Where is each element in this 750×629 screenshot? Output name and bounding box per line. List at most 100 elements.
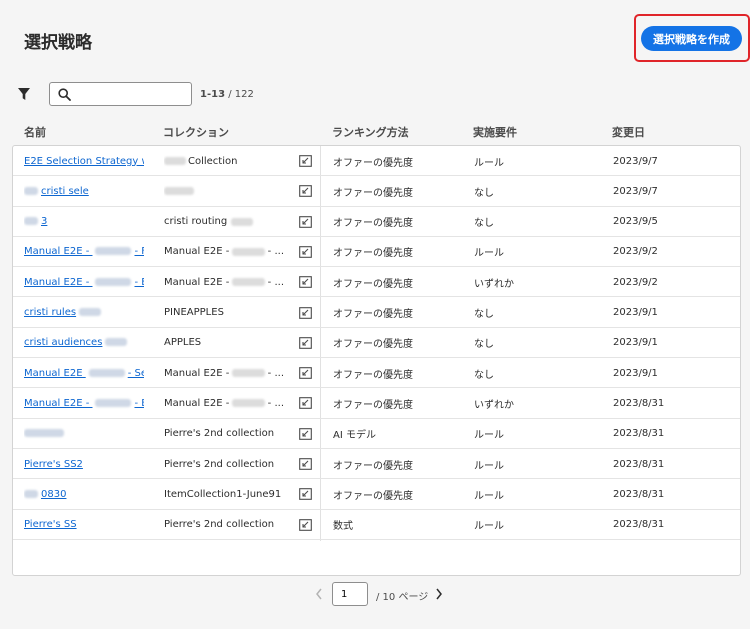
strategy-name-link[interactable]: Pierre's SS — [24, 519, 77, 530]
create-strategy-button[interactable]: 選択戦略を作成 — [641, 26, 742, 51]
table-row[interactable]: 0830 ItemCollection1-June91 オファーの優先度 ルール 202… — [13, 479, 740, 510]
collection-text: APPLES — [164, 337, 202, 349]
strategy-name-link[interactable] — [24, 428, 67, 439]
collection-cell: ItemCollection1-June91 — [164, 479, 284, 509]
column-header-name[interactable]: 名前 — [24, 124, 46, 140]
open-collection-icon[interactable] — [297, 207, 313, 237]
strategy-name-text: Manual E2E - — [24, 246, 93, 258]
strategy-name-link[interactable]: E2E Selection Strategy with l — [24, 156, 144, 167]
redacted-text — [164, 157, 186, 165]
strategy-name-cell: Manual E2E - - Ea — [24, 267, 144, 297]
open-collection-icon[interactable] — [297, 237, 313, 267]
collection-text: Collection — [188, 155, 238, 167]
requirement-cell: なし — [474, 218, 494, 230]
table-row[interactable]: cristi audiences APPLES オファーの優先度 なし 2023/9/1 — [13, 328, 740, 359]
column-header-requirement[interactable]: 実施要件 — [473, 124, 517, 140]
strategy-name-link[interactable]: cristi rules — [24, 307, 102, 318]
modified-date-cell: 2023/8/31 — [613, 397, 665, 409]
page-total: / 10 ページ — [376, 592, 429, 603]
requirement-cell: いずれか — [474, 399, 514, 411]
redacted-text — [232, 369, 265, 378]
requirement-cell: ルール — [474, 248, 504, 260]
table-row[interactable]: Pierre's 2nd collection AI モデル ルール 2023/8/3… — [13, 419, 740, 449]
requirement-cell: なし — [474, 309, 494, 320]
collection-cell: APPLES — [164, 328, 284, 358]
search-box[interactable] — [49, 82, 192, 106]
redacted-text — [95, 398, 132, 407]
strategy-name-link[interactable]: Pierre's SS2 — [24, 459, 83, 470]
open-collection-icon[interactable] — [297, 298, 313, 328]
table-row[interactable]: Pierre's SS2 Pierre's 2nd collection オファーの… — [13, 449, 740, 480]
table-row[interactable]: Manual E2E - - FreManual E2E - - ...オファー… — [13, 237, 740, 268]
search-input[interactable] — [76, 85, 188, 103]
strategy-name-link[interactable]: cristi sele — [24, 186, 89, 197]
open-collection-icon[interactable] — [297, 176, 313, 206]
open-collection-icon[interactable] — [297, 388, 313, 418]
table-row[interactable]: cristi rules PINEAPPLES オファーの優先度 なし 2023/9/1 — [13, 298, 740, 328]
open-collection-icon[interactable] — [297, 267, 313, 297]
strategy-name-cell: 0830 — [24, 479, 144, 509]
column-header-ranking[interactable]: ランキング方法 — [332, 124, 409, 140]
ranking-method-cell: オファーの優先度 — [333, 339, 413, 351]
strategy-name-link[interactable]: Manual E2E - - BC — [24, 398, 144, 409]
table-row[interactable]: 3 cristi routing オファーの優先度 なし 2023/9/5 — [13, 207, 740, 237]
strategy-name-cell — [24, 419, 144, 449]
open-collection-icon[interactable] — [297, 419, 313, 449]
open-collection-icon[interactable] — [297, 510, 313, 540]
open-collection-icon[interactable] — [297, 449, 313, 479]
open-collection-icon[interactable] — [297, 146, 313, 176]
page-number-input[interactable] — [332, 582, 368, 606]
requirement-cell: なし — [474, 187, 494, 199]
table-row[interactable]: Manual E2E - - BCManual E2E - - ...オファーの… — [13, 388, 740, 419]
pagination: / 10 ページ — [312, 582, 452, 606]
ranking-method-cell: オファーの優先度 — [333, 248, 413, 260]
requirement-cell: ルール — [474, 490, 504, 502]
open-collection-icon[interactable] — [297, 328, 313, 358]
count-total: 122 — [234, 89, 254, 100]
table-row[interactable]: Manual E2E - Se Manual E2E - - ... オファーの優先… — [13, 358, 740, 389]
modified-date-cell: 2023/9/2 — [613, 276, 658, 288]
modified-date-cell: 2023/8/31 — [613, 488, 665, 500]
ranking-method-cell: オファーの優先度 — [333, 460, 413, 472]
strategy-name-link[interactable]: Manual E2E - Se — [24, 368, 144, 379]
ranking-method-cell: オファーの優先度 — [333, 369, 413, 381]
strategy-name-suffix: - Fre — [134, 246, 144, 258]
collection-suffix: - ... — [267, 246, 284, 258]
collection-cell: Pierre's 2nd collection — [164, 510, 284, 540]
collection-text: Manual E2E - — [164, 246, 230, 258]
table-row[interactable]: Manual E2E - - EaManual E2E - - ...オファーの… — [13, 267, 740, 298]
modified-date-cell: 2023/8/31 — [613, 519, 665, 531]
open-collection-icon[interactable] — [297, 479, 313, 509]
modified-date-cell: 2023/9/7 — [613, 155, 658, 167]
strategy-name-text: Manual E2E - — [24, 397, 93, 409]
table-row[interactable]: Pierre's SS Pierre's 2nd collection 数式 ルール 2… — [13, 510, 740, 540]
filter-icon[interactable] — [17, 87, 31, 101]
open-collection-icon[interactable] — [297, 358, 313, 388]
collection-text: cristi routing — [164, 216, 228, 228]
collection-cell: Manual E2E - - ... — [164, 358, 284, 388]
column-header-collection[interactable]: コレクション — [163, 124, 229, 140]
result-count: 1-13 / 122 — [200, 89, 254, 100]
table-row[interactable]: cristi sele オファーの優先度 なし 2023/9/7 — [13, 176, 740, 207]
column-header-modified[interactable]: 変更日 — [612, 124, 645, 140]
previous-page-icon[interactable] — [314, 587, 324, 601]
strategy-name-link[interactable]: 3 — [24, 216, 47, 227]
table-row[interactable]: E2E Selection Strategy with l Collection オ… — [13, 146, 740, 177]
redacted-text — [24, 429, 64, 438]
strategy-name-text: 3 — [41, 216, 48, 228]
next-page-icon[interactable] — [434, 587, 444, 601]
strategy-name-link[interactable]: Manual E2E - - Ea — [24, 277, 144, 288]
strategy-name-text: cristi rules — [24, 307, 77, 318]
collection-text: ItemCollection1-June91 — [164, 488, 282, 500]
strategy-name-link[interactable]: cristi audiences — [24, 337, 128, 348]
modified-date-cell: 2023/8/31 — [613, 428, 665, 440]
collection-suffix: - ... — [267, 276, 284, 288]
strategy-name-link[interactable]: Manual E2E - - Fre — [24, 246, 144, 257]
collection-suffix: - ... — [267, 367, 284, 379]
strategy-name-cell: Manual E2E - - BC — [24, 388, 144, 418]
ranking-method-cell: オファーの優先度 — [333, 278, 413, 290]
strategy-name-link[interactable]: 0830 — [24, 489, 66, 500]
ranking-method-cell: オファーの優先度 — [333, 399, 413, 411]
strategy-name-cell: 3 — [24, 207, 144, 237]
modified-date-cell: 2023/9/1 — [613, 307, 658, 318]
